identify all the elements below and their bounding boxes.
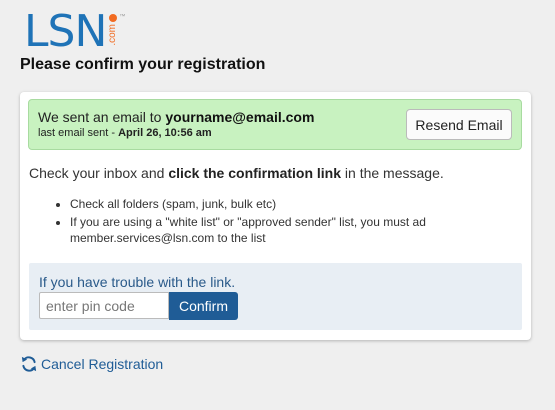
logo-trademark: ™ — [119, 14, 126, 20]
pin-code-panel: If you have trouble with the link. Confi… — [29, 263, 522, 330]
last-sent-prefix: last email sent - — [38, 127, 119, 139]
sent-email-address: yourname@email.com — [165, 109, 315, 125]
resend-email-button[interactable]: Resend Email — [406, 109, 512, 140]
instructions-prefix: Check your inbox and — [29, 165, 169, 181]
pin-code-input[interactable] — [39, 292, 169, 319]
email-sent-alert: We sent an email to yourname@email.com l… — [28, 99, 522, 150]
page-title: Please confirm your registration — [20, 56, 266, 73]
email-sent-prefix: We sent an email to — [38, 109, 166, 125]
tips-list: Check all folders (spam, junk, bulk etc)… — [70, 196, 470, 248]
instructions-bold: click the confirmation link — [168, 165, 342, 181]
logo-dot-icon — [109, 14, 118, 22]
pin-help-label: If you have trouble with the link. — [39, 274, 236, 290]
confirmation-card: We sent an email to yourname@email.com l… — [20, 92, 531, 340]
logo-text: LSN — [24, 6, 107, 57]
last-sent-time: April 26, 10:56 am — [118, 127, 212, 139]
instructions-suffix: in the message. — [341, 165, 444, 181]
list-item: If you are using a "white list" or "appr… — [70, 214, 470, 246]
cancel-registration-link[interactable]: Cancel Registration — [20, 355, 163, 373]
list-item: Check all folders (spam, junk, bulk etc) — [70, 196, 470, 212]
logo-com-text: .com — [107, 24, 119, 46]
logo-com-mark: .com — [107, 14, 119, 46]
check-inbox-instructions: Check your inbox and click the confirmat… — [29, 165, 444, 181]
confirm-button[interactable]: Confirm — [169, 292, 238, 320]
lsn-logo[interactable]: LSN .com ™ — [24, 10, 125, 54]
last-sent-info: last email sent - April 26, 10:56 am — [38, 127, 212, 139]
email-sent-message: We sent an email to yourname@email.com — [38, 109, 314, 125]
refresh-icon — [21, 356, 37, 372]
cancel-registration-label[interactable]: Cancel Registration — [41, 356, 163, 372]
